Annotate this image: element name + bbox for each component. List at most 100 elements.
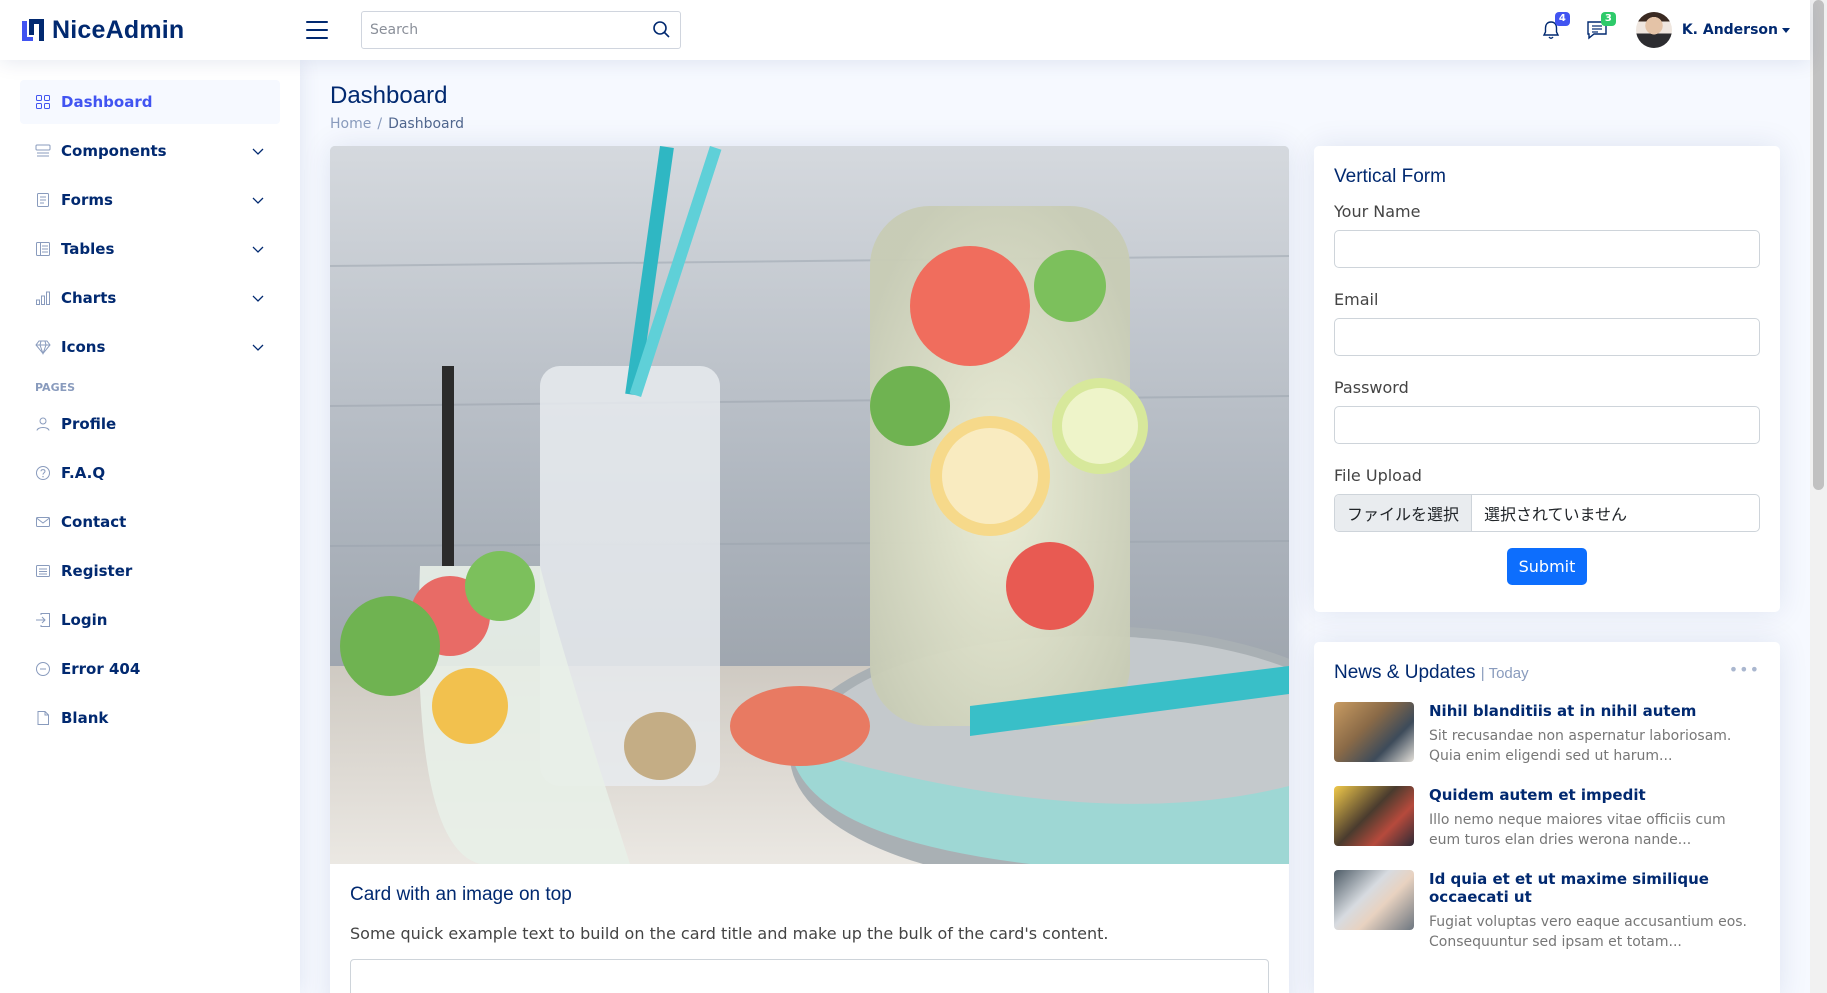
sidebar-item-label: F.A.Q <box>61 464 106 482</box>
sidebar-item-label: Forms <box>61 191 113 209</box>
sidebar-item-label: Charts <box>61 289 117 307</box>
top-header: NiceAdmin 4 3 K. Anderson <box>0 0 1810 60</box>
sidebar-item-label: Error 404 <box>61 660 141 678</box>
chevron-down-icon <box>252 148 264 155</box>
dash-circle-icon <box>35 661 51 677</box>
sidebar-item-register[interactable]: Register <box>20 549 280 593</box>
layout-text-icon <box>35 241 51 257</box>
box-arrow-in-right-icon <box>35 612 51 628</box>
sidebar-item-tables[interactable]: Tables <box>20 227 280 271</box>
page-title: Dashboard <box>330 82 448 109</box>
news-item-title[interactable]: Id quia et et ut maxime similique occaec… <box>1429 870 1760 906</box>
sidebar-item-label: Contact <box>61 513 127 531</box>
breadcrumb-current: Dashboard <box>388 116 465 132</box>
chevron-down-icon <box>252 197 264 204</box>
sidebar-item-label: Icons <box>61 338 106 356</box>
notifications-badge: 4 <box>1554 12 1570 26</box>
search-bar <box>361 11 681 49</box>
news-item-title[interactable]: Quidem autem et impedit <box>1429 786 1760 804</box>
messages-badge: 3 <box>1600 12 1616 26</box>
page-title-block: Dashboard Home / Dashboard <box>330 82 1780 132</box>
password-field[interactable] <box>1334 406 1760 444</box>
password-label: Password <box>1334 378 1409 397</box>
form-title: Vertical Form <box>1334 166 1446 187</box>
header-actions: 4 3 K. Anderson <box>1536 12 1790 48</box>
envelope-icon <box>35 514 51 530</box>
menu-button-icon <box>35 143 51 159</box>
search-icon[interactable] <box>650 19 672 41</box>
news-item-text: Sit recusandae non aspernatur laboriosam… <box>1429 728 1732 764</box>
news-item-text: Illo nemo neque maiores vitae officiis c… <box>1429 812 1726 848</box>
news-thumbnail <box>1334 870 1414 930</box>
journal-text-icon <box>35 192 51 208</box>
grid-icon <box>35 94 51 110</box>
file-upload-field[interactable]: ファイルを選択 選択されていません <box>1334 494 1760 532</box>
email-label: Email <box>1334 290 1379 309</box>
chevron-down-icon <box>252 344 264 351</box>
sidebar-item-error-404[interactable]: Error 404 <box>20 647 280 691</box>
brand-name: NiceAdmin <box>52 15 185 44</box>
news-title-text: News & Updates <box>1334 662 1476 683</box>
breadcrumb-home-link[interactable]: Home <box>330 116 371 132</box>
more-options-icon[interactable]: ••• <box>1729 660 1760 679</box>
page-scrollbar[interactable] <box>1810 0 1827 993</box>
sidebar-item-profile[interactable]: Profile <box>20 402 280 446</box>
search-input[interactable] <box>370 22 650 38</box>
sidebar-item-components[interactable]: Components <box>20 129 280 173</box>
sidebar-item-blank[interactable]: Blank <box>20 696 280 740</box>
card-title: Card with an image on top <box>350 884 572 905</box>
sidebar-item-dashboard[interactable]: Dashboard <box>20 80 280 124</box>
sidebar-item-label: Tables <box>61 240 115 258</box>
sidebar-item-label: Components <box>61 142 167 160</box>
submit-button[interactable]: Submit <box>1506 548 1588 585</box>
sidebar-item-faq[interactable]: F.A.Q <box>20 451 280 495</box>
file-upload-label: File Upload <box>1334 466 1422 485</box>
sidebar: Dashboard Components Forms Tables Charts… <box>0 60 300 993</box>
name-label: Your Name <box>1334 202 1421 221</box>
sidebar-item-charts[interactable]: Charts <box>20 276 280 320</box>
chevron-down-icon <box>252 295 264 302</box>
chevron-down-icon <box>252 246 264 253</box>
logo[interactable]: NiceAdmin <box>20 16 300 45</box>
sidebar-item-contact[interactable]: Contact <box>20 500 280 544</box>
choose-file-button[interactable]: ファイルを選択 <box>1335 495 1473 531</box>
sidebar-item-forms[interactable]: Forms <box>20 178 280 222</box>
card-text: Some quick example text to build on the … <box>350 924 1109 943</box>
news-title: News & Updates | Today <box>1334 662 1760 684</box>
news-item[interactable]: Id quia et et ut maxime similique occaec… <box>1334 870 1760 952</box>
sidebar-heading-pages: Pages <box>35 381 76 394</box>
sidebar-item-icons[interactable]: Icons <box>20 325 280 369</box>
file-status-text: 選択されていません <box>1484 505 1628 524</box>
news-updates-card: ••• News & Updates | Today Nihil blandit… <box>1314 642 1780 993</box>
news-item-title[interactable]: Nihil blanditiis at in nihil autem <box>1429 702 1760 720</box>
question-circle-icon <box>35 465 51 481</box>
sidebar-item-label: Register <box>61 562 133 580</box>
bar-chart-icon <box>35 290 51 306</box>
sidebar-toggle-button[interactable] <box>303 19 331 41</box>
gem-icon <box>35 339 51 355</box>
sidebar-item-label: Profile <box>61 415 117 433</box>
sidebar-item-label: Blank <box>61 709 109 727</box>
news-subtitle: | Today <box>1480 665 1529 682</box>
news-item[interactable]: Quidem autem et impedit Illo nemo neque … <box>1334 786 1760 850</box>
news-thumbnail <box>1334 702 1414 762</box>
avatar <box>1635 12 1672 48</box>
logo-icon <box>20 17 46 43</box>
notifications-button[interactable]: 4 <box>1536 12 1570 45</box>
card-image <box>330 146 1289 864</box>
vertical-form-card: Vertical Form Your Name Email Password F… <box>1314 146 1780 612</box>
messages-button[interactable]: 3 <box>1582 12 1616 45</box>
name-field[interactable] <box>1334 230 1760 268</box>
profile-dropdown[interactable]: K. Anderson <box>1635 12 1790 48</box>
breadcrumb: Home / Dashboard <box>330 116 465 132</box>
caret-down-icon <box>1782 27 1790 33</box>
sidebar-item-label: Login <box>61 611 108 629</box>
profile-name: K. Anderson <box>1681 22 1778 38</box>
news-item-text: Fugiat voluptas vero eaque accusantium e… <box>1429 914 1748 950</box>
file-icon <box>35 710 51 726</box>
email-field[interactable] <box>1334 318 1760 356</box>
card-list-icon <box>35 563 51 579</box>
news-item[interactable]: Nihil blanditiis at in nihil autem Sit r… <box>1334 702 1760 766</box>
sidebar-item-login[interactable]: Login <box>20 598 280 642</box>
scrollbar-thumb[interactable] <box>1813 0 1824 490</box>
